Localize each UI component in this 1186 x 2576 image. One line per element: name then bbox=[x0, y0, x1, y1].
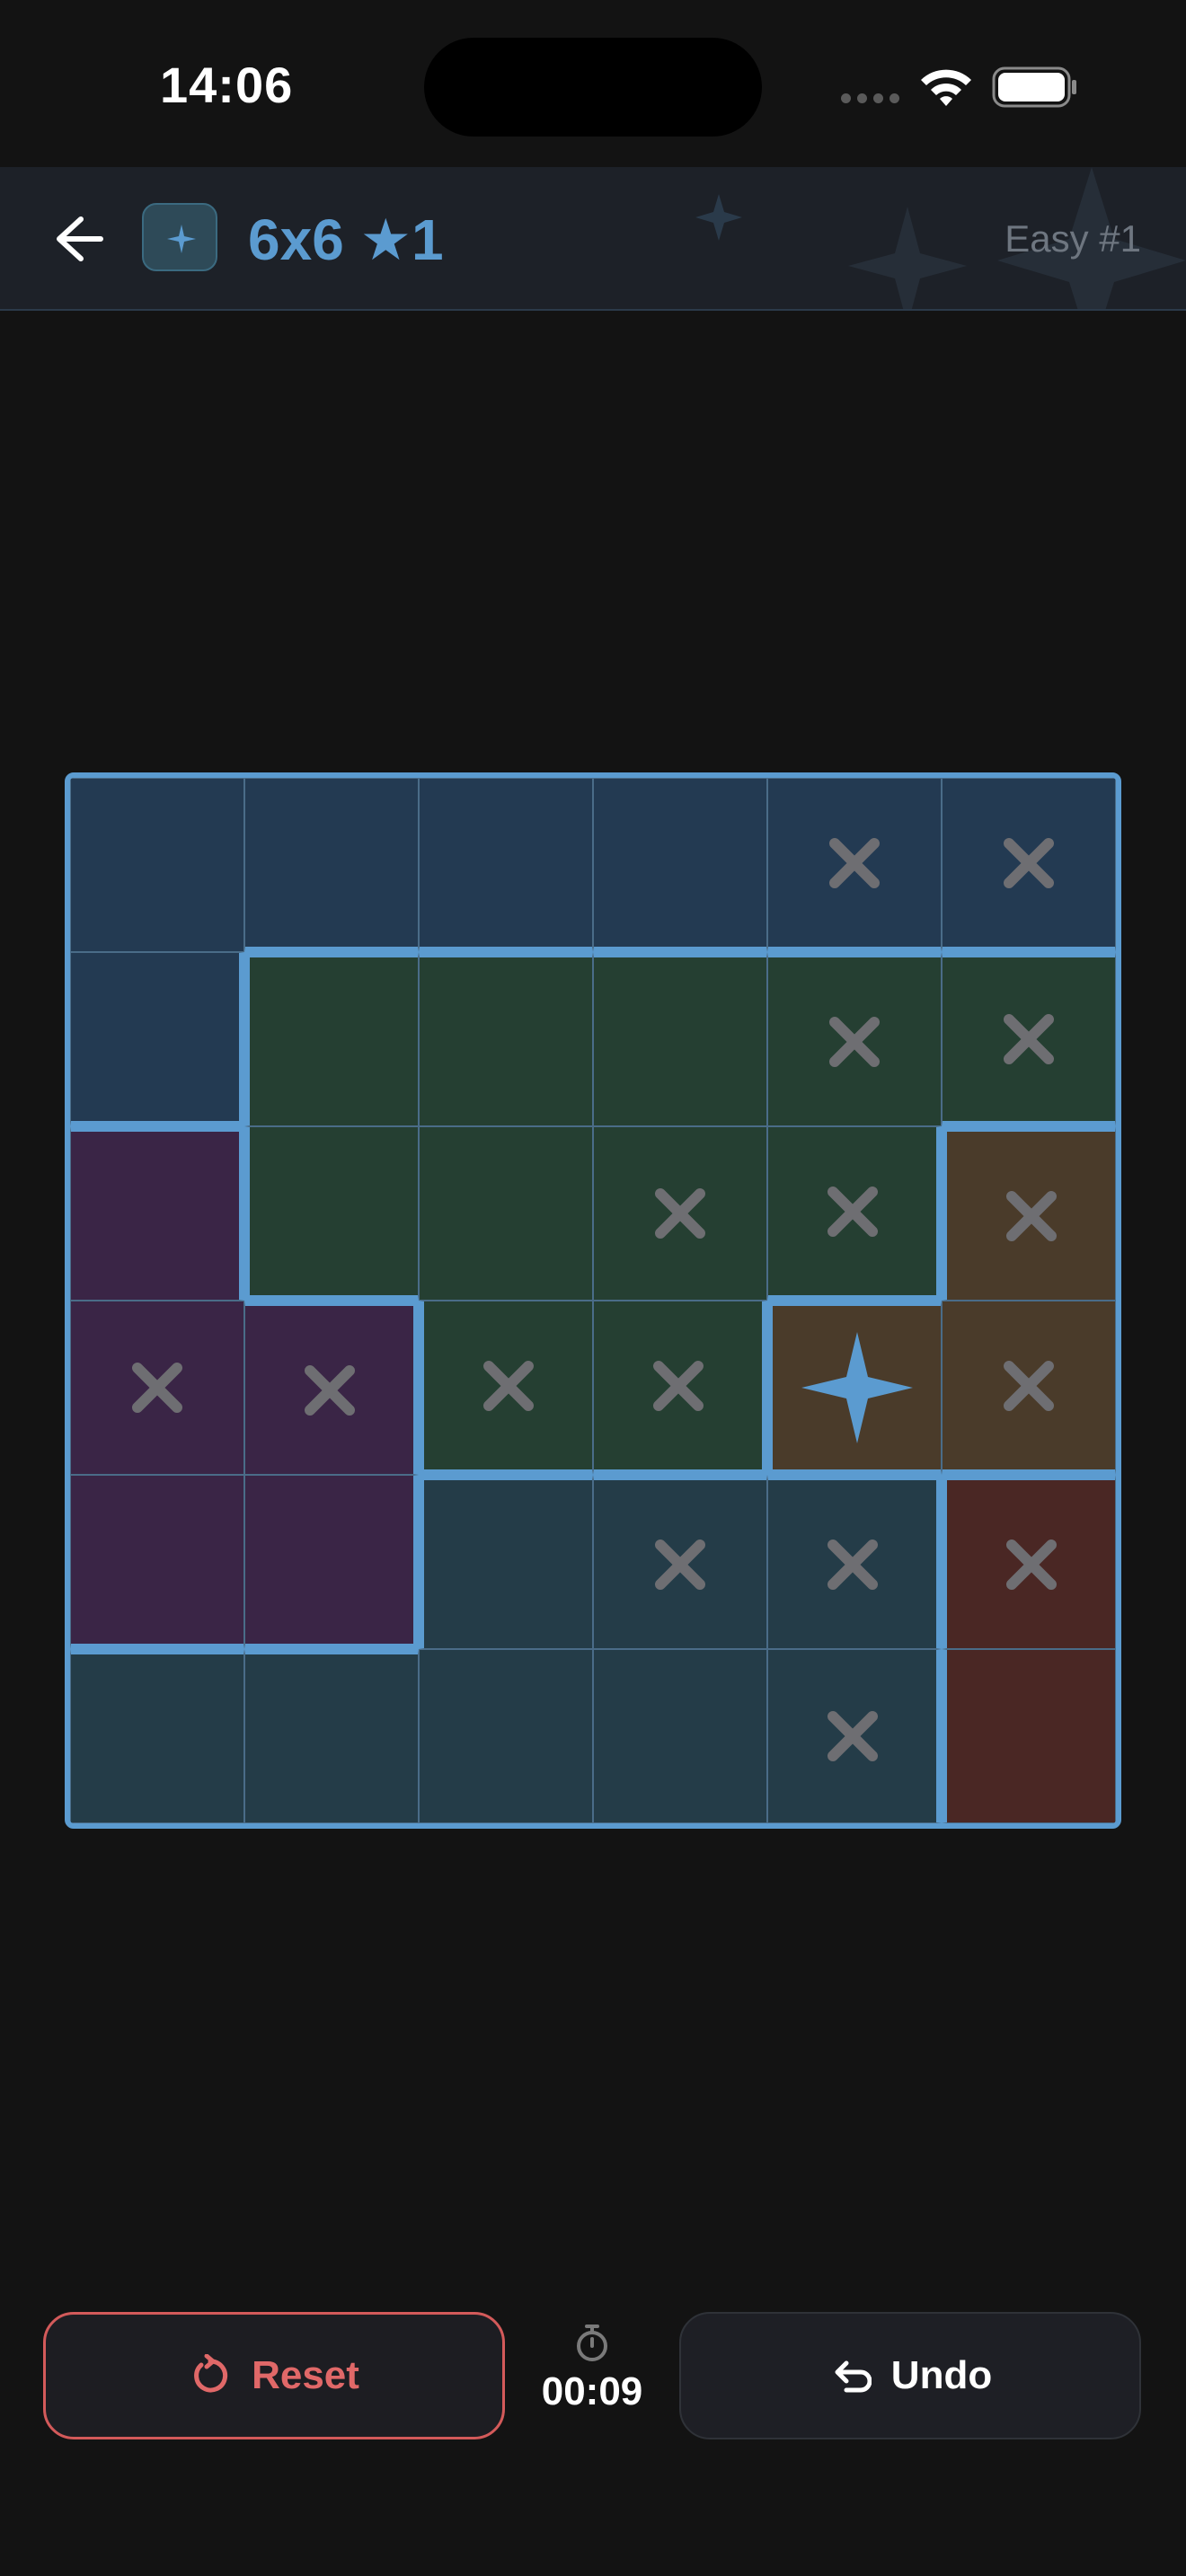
reset-button[interactable]: Reset bbox=[43, 2312, 505, 2439]
cross-mark-icon bbox=[1004, 1014, 1054, 1064]
board-cell[interactable] bbox=[70, 1649, 244, 1823]
board-cell[interactable] bbox=[942, 1649, 1116, 1823]
puzzle-title: 6x6 ★1 bbox=[248, 207, 444, 272]
board-cell[interactable] bbox=[70, 1301, 244, 1475]
board-cell[interactable] bbox=[70, 778, 244, 952]
board-cell[interactable] bbox=[70, 1126, 244, 1301]
board-cell[interactable] bbox=[593, 1649, 767, 1823]
board-cell[interactable] bbox=[244, 1649, 419, 1823]
rotate-ccw-icon bbox=[194, 2354, 228, 2393]
difficulty-label: Easy #1 bbox=[1005, 217, 1141, 260]
board-cell[interactable] bbox=[419, 1475, 593, 1649]
board-cell[interactable] bbox=[593, 1126, 767, 1301]
status-time: 14:06 bbox=[160, 57, 294, 113]
board-cell[interactable] bbox=[244, 952, 419, 1126]
board-cell[interactable] bbox=[767, 952, 942, 1126]
board-cell[interactable] bbox=[942, 778, 1116, 952]
cross-mark-icon bbox=[1004, 1360, 1054, 1411]
battery-icon bbox=[992, 66, 1076, 108]
cross-mark-icon bbox=[655, 1188, 705, 1239]
stopwatch-icon bbox=[577, 2325, 607, 2361]
board-cell[interactable] bbox=[767, 778, 942, 952]
undo-label: Undo bbox=[890, 2353, 993, 2397]
board-cell[interactable] bbox=[419, 1126, 593, 1301]
puzzle-board bbox=[65, 772, 1121, 1829]
cross-mark-icon bbox=[827, 1711, 878, 1761]
timer-value: 00:09 bbox=[541, 2369, 643, 2413]
cross-mark-icon bbox=[304, 1364, 355, 1416]
status-bar: 14:06 bbox=[0, 0, 1186, 167]
cross-mark-icon bbox=[829, 837, 880, 888]
cross-mark-icon bbox=[482, 1360, 534, 1411]
cross-mark-icon bbox=[1005, 1190, 1057, 1241]
board-cell[interactable] bbox=[593, 1301, 767, 1475]
board-cell[interactable] bbox=[593, 778, 767, 952]
board-cell[interactable] bbox=[767, 1301, 942, 1475]
board-cell[interactable] bbox=[244, 778, 419, 952]
board-cell[interactable] bbox=[942, 1126, 1116, 1301]
board-cell[interactable] bbox=[942, 952, 1116, 1126]
board-cell[interactable] bbox=[419, 1301, 593, 1475]
board-cell[interactable] bbox=[70, 1475, 244, 1649]
board-cell[interactable] bbox=[244, 1126, 419, 1301]
cross-mark-icon bbox=[827, 1186, 878, 1237]
board-cell[interactable] bbox=[419, 1649, 593, 1823]
cross-mark-icon bbox=[1004, 837, 1054, 888]
cross-mark-icon bbox=[1005, 1539, 1057, 1590]
board-cell[interactable] bbox=[767, 1126, 942, 1301]
board-cell[interactable] bbox=[244, 1301, 419, 1475]
board-cell[interactable] bbox=[419, 952, 593, 1126]
star-icon bbox=[801, 1332, 913, 1443]
board-cell[interactable] bbox=[244, 1475, 419, 1649]
board-cell[interactable] bbox=[767, 1649, 942, 1823]
back-arrow-icon[interactable] bbox=[45, 210, 110, 268]
cross-mark-icon bbox=[829, 1016, 880, 1067]
wifi-icon bbox=[921, 69, 971, 106]
cross-mark-icon bbox=[652, 1360, 704, 1411]
undo-icon bbox=[835, 2360, 872, 2393]
timer: 00:09 bbox=[523, 2323, 661, 2430]
cross-mark-icon bbox=[132, 1363, 182, 1413]
board-cell[interactable] bbox=[70, 952, 244, 1126]
puzzle-type-badge bbox=[142, 203, 217, 271]
cross-mark-icon bbox=[827, 1539, 878, 1590]
board-cell[interactable] bbox=[942, 1301, 1116, 1475]
reset-label: Reset bbox=[252, 2353, 359, 2397]
sparkle-icon bbox=[167, 225, 196, 253]
top-bar: 6x6 ★1 Easy #1 bbox=[0, 167, 1186, 311]
board-cell[interactable] bbox=[419, 778, 593, 952]
board-cell[interactable] bbox=[593, 1475, 767, 1649]
cross-mark-icon bbox=[655, 1539, 705, 1590]
board-cell[interactable] bbox=[767, 1475, 942, 1649]
cellular-signal-icon bbox=[841, 93, 900, 104]
dynamic-island bbox=[424, 38, 762, 137]
board-cell[interactable] bbox=[942, 1475, 1116, 1649]
board-cell[interactable] bbox=[593, 952, 767, 1126]
undo-button[interactable]: Undo bbox=[679, 2312, 1141, 2439]
